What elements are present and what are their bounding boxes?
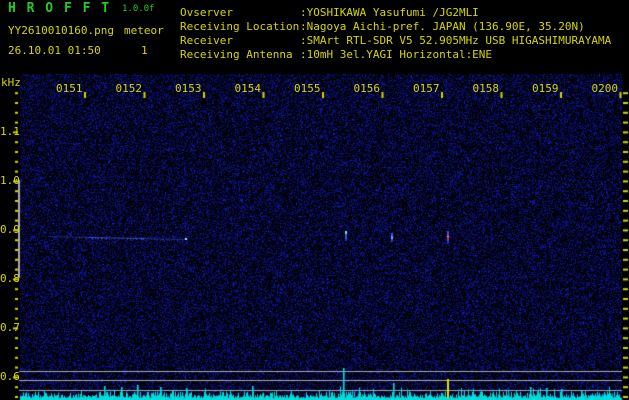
- time-tick-label-0153: 0153: [175, 82, 202, 95]
- receiver-value: :SMArt RTL-SDR V5 52.905MHz USB HIGASHIM…: [300, 34, 612, 47]
- time-tick-label-0156: 0156: [353, 82, 381, 95]
- timestamp: 26.10.01 01:50: [8, 44, 101, 57]
- freq-tick-label-0.9: 0.9: [0, 223, 20, 236]
- freq-tick-label-0.8: 0.8: [0, 272, 20, 285]
- location-label: Receiving Location: [180, 20, 300, 33]
- time-tick-label-0154: 0154: [234, 82, 262, 95]
- time-tick-label-0159: 0159: [532, 82, 559, 95]
- freq-tick-label-0.7: 0.7: [0, 321, 20, 334]
- mode-label: meteor: [124, 24, 164, 37]
- observer-value: :YOSHIKAWA Yasufumi /JG2MLI: [300, 6, 479, 19]
- time-tick-label-0200: 0200: [591, 82, 619, 95]
- app-version: 1.0.0f: [122, 4, 155, 14]
- freq-tick-label-1.0: 1.0: [0, 174, 20, 187]
- app-title: H R O F F T: [8, 1, 111, 16]
- echo-count: 1: [141, 44, 148, 57]
- location-value: :Nagoya Aichi-pref. JAPAN (136.90E, 35.2…: [300, 20, 585, 33]
- observer-label: Ovserver: [180, 6, 233, 19]
- time-tick-label-0157: 0157: [413, 82, 440, 95]
- freq-tick-label-1.1: 1.1: [0, 125, 20, 138]
- time-tick-label-0158: 0158: [472, 82, 500, 95]
- antenna-value: :10mH 3el.YAGI Horizontal:ENE: [300, 48, 493, 61]
- khz-axis-label: kHz: [1, 76, 21, 89]
- time-tick-label-0152: 0152: [115, 82, 143, 95]
- time-tick-label-0151: 0151: [56, 82, 83, 95]
- freq-tick-label-0.6: 0.6: [0, 370, 20, 383]
- hrofft-screen: H R O F F T 1.0.0f YY2610010160.png mete…: [0, 0, 629, 400]
- antenna-label: Receiving Antenna: [180, 48, 293, 61]
- output-filename: YY2610010160.png: [8, 24, 114, 37]
- receiver-label: Receiver: [180, 34, 233, 47]
- time-tick-label-0155: 0155: [294, 82, 321, 95]
